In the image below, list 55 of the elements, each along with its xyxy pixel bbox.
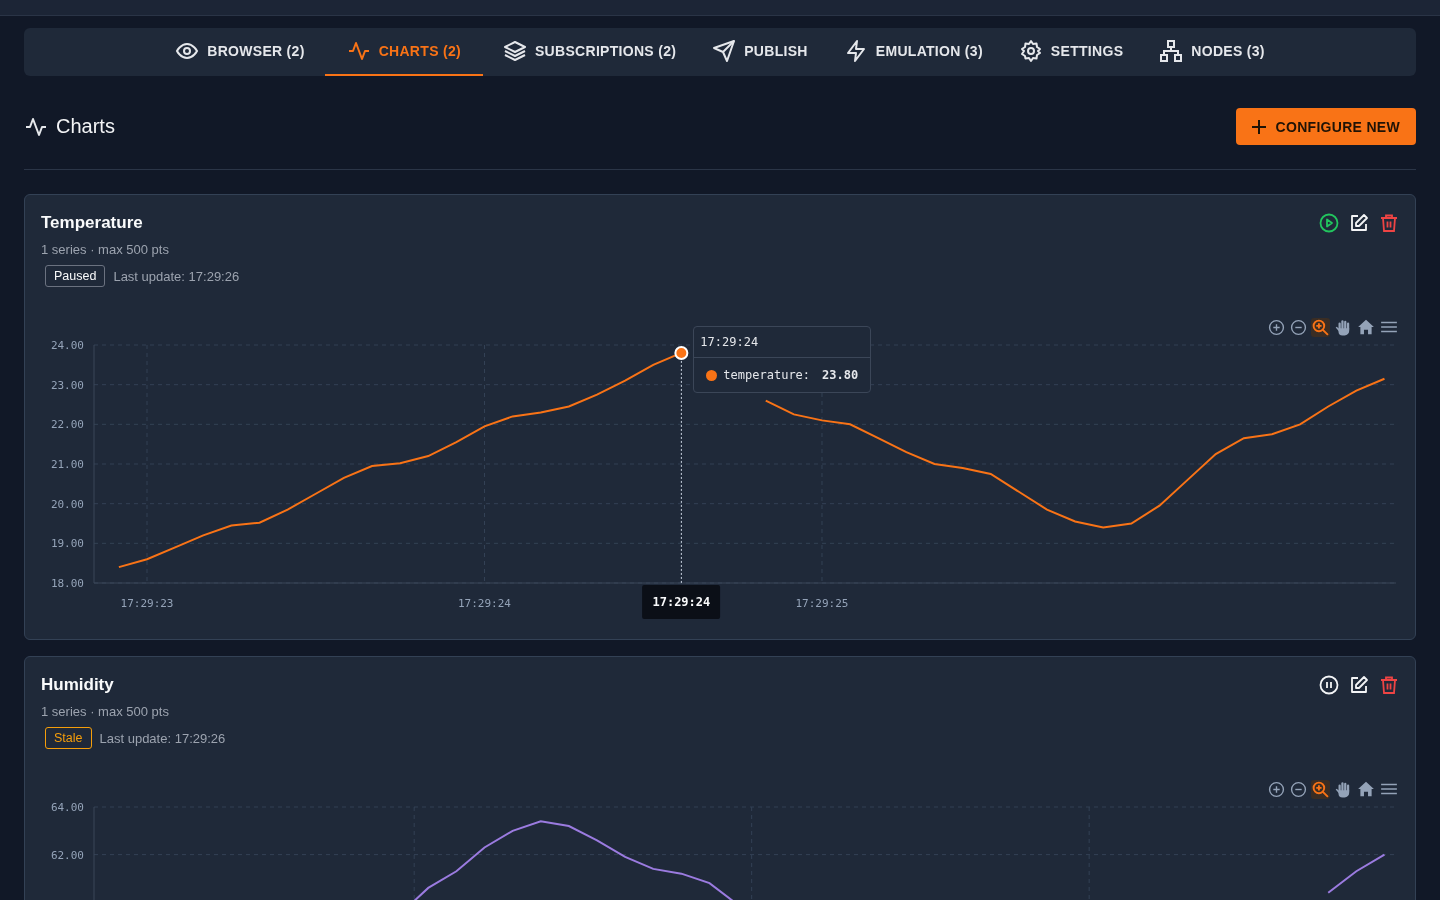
axis-label: 17:29:24: [458, 597, 511, 610]
axis-label: 19.00: [50, 537, 84, 551]
layers-icon: [503, 39, 527, 63]
zoom-select-icon[interactable]: [1311, 317, 1330, 337]
zoom-out-icon[interactable]: [1289, 779, 1308, 799]
settings-icon: [1018, 39, 1043, 63]
play-icon[interactable]: [1319, 213, 1339, 233]
legend-marker: [706, 369, 718, 381]
status-badge: Stale: [45, 727, 92, 749]
nav-tab[interactable]: BROWSER (2): [159, 28, 321, 76]
nav-tab[interactable]: SUBSCRIPTIONS (2): [487, 28, 693, 76]
axis-label: 17:29:23: [120, 597, 174, 610]
zoom-select-icon[interactable]: [1311, 779, 1330, 799]
plus-icon: [1249, 117, 1268, 136]
last-update: Last update: 17:29:26: [99, 730, 226, 746]
axis-label: 64.00: [50, 801, 84, 814]
edit-icon[interactable]: [1349, 213, 1369, 233]
edit-icon[interactable]: [1349, 675, 1369, 695]
delete-icon[interactable]: [1379, 675, 1399, 695]
chart-title: Temperature: [41, 213, 144, 233]
home-icon[interactable]: [1356, 317, 1376, 337]
pulse-icon: [346, 39, 371, 63]
axis-label: 23.00: [50, 378, 84, 392]
axis-label: 62.00: [50, 848, 84, 862]
pause-icon[interactable]: [1319, 675, 1339, 695]
axis-label: 21.00: [50, 458, 84, 471]
data-point: [674, 345, 689, 360]
zoom-in-icon[interactable]: [1267, 317, 1286, 337]
nav-tab[interactable]: PUBLISH: [696, 28, 824, 76]
configure-button[interactable]: CONFIGURE NEW: [1235, 108, 1416, 145]
axis-label: 17:29:25: [795, 597, 849, 610]
page-title: Charts: [56, 115, 115, 138]
zoom-in-icon[interactable]: [1267, 779, 1286, 799]
crosshair-label: 17:29:24: [642, 585, 721, 619]
nav-tab[interactable]: SETTINGS: [1002, 28, 1140, 76]
status-badge: Paused: [45, 265, 106, 287]
zoom-out-icon[interactable]: [1289, 317, 1308, 337]
chart-title: Humidity: [41, 675, 115, 695]
delete-icon[interactable]: [1379, 213, 1399, 233]
send-icon: [712, 39, 737, 63]
chart-subtitle: 1 series · max 500 pts: [41, 704, 170, 719]
axis-label: 24.00: [50, 339, 84, 352]
series-label: temperature:: [723, 368, 811, 382]
chart-subtitle: 1 series · max 500 pts: [41, 242, 170, 257]
series-value: 23.80: [822, 368, 859, 382]
tooltip-time: 17:29:24: [694, 327, 871, 358]
last-update: Last update: 17:29:26: [113, 268, 240, 284]
home-icon[interactable]: [1356, 779, 1376, 799]
network-icon: [1159, 39, 1184, 63]
axis-label: 18.00: [50, 577, 84, 590]
nav-tab[interactable]: CHARTS (2): [324, 28, 483, 76]
nav-tab[interactable]: NODES (3): [1143, 28, 1281, 76]
axis-label: 20.00: [50, 497, 84, 511]
axis-label: 22.00: [50, 418, 84, 432]
nav-tab[interactable]: EMULATION (3): [827, 28, 999, 76]
